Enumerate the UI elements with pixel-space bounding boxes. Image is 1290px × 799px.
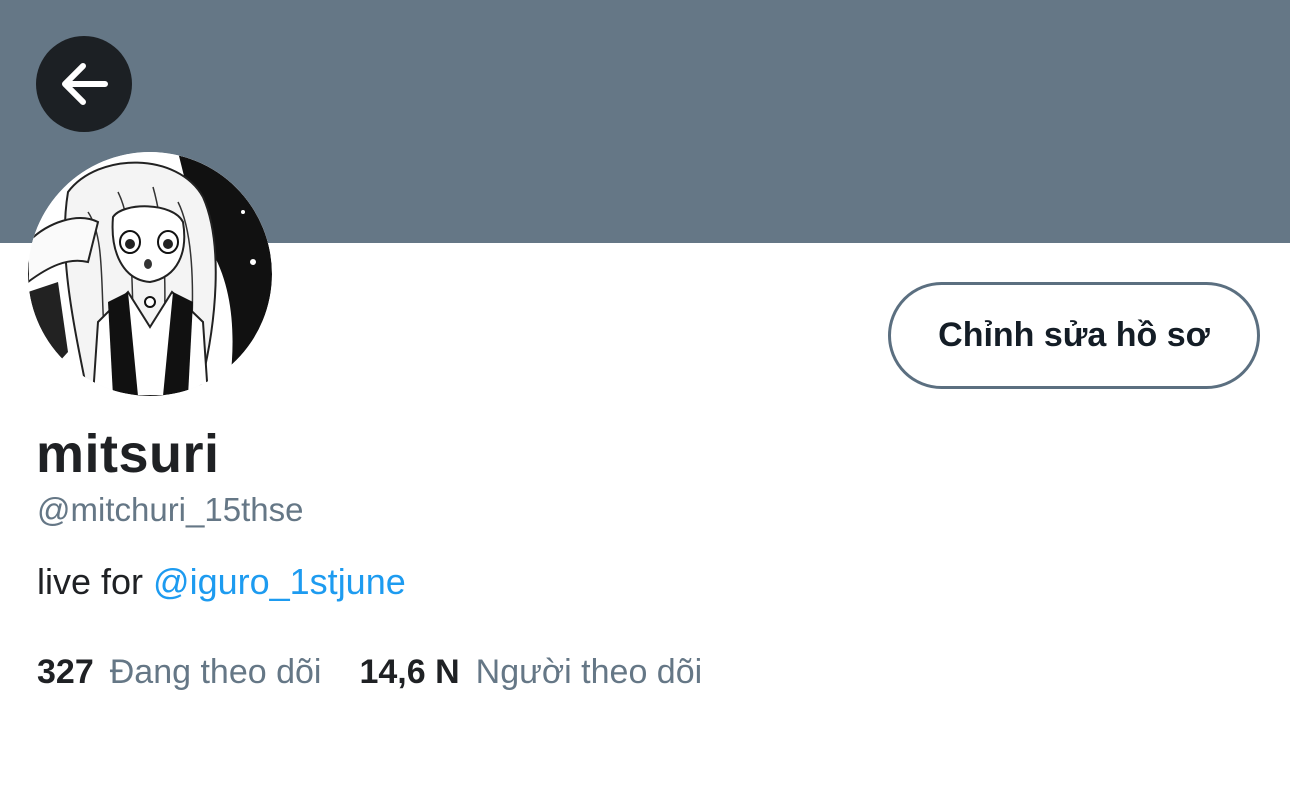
following-count: 327: [37, 653, 94, 691]
following-stat[interactable]: 327 Đang theo dõi: [37, 650, 359, 694]
profile-handle: @mitchuri_15thse: [37, 491, 304, 528]
following-label: Đang theo dõi: [109, 653, 322, 691]
profile-bio: live for @iguro_1stjune: [37, 560, 406, 604]
back-button[interactable]: [36, 36, 132, 132]
profile-stats: 327 Đang theo dõi 14,6 N Người theo dõi: [37, 650, 740, 694]
followers-label: Người theo dõi: [475, 653, 703, 691]
profile-avatar[interactable]: [28, 152, 272, 396]
avatar-image: [28, 152, 272, 396]
bio-text: live for: [37, 561, 154, 602]
display-name: mitsuri: [36, 424, 220, 484]
profile-page: Chỉnh sửa hồ sơ mitsuri @mitchuri_15thse…: [0, 0, 1290, 799]
followers-stat[interactable]: 14,6 N Người theo dõi: [359, 650, 740, 694]
edit-profile-button[interactable]: Chỉnh sửa hồ sơ: [888, 282, 1260, 389]
arrow-left-icon: [62, 63, 108, 105]
followers-count: 14,6 N: [359, 653, 460, 691]
bio-mention-link[interactable]: @iguro_1stjune: [153, 561, 406, 602]
